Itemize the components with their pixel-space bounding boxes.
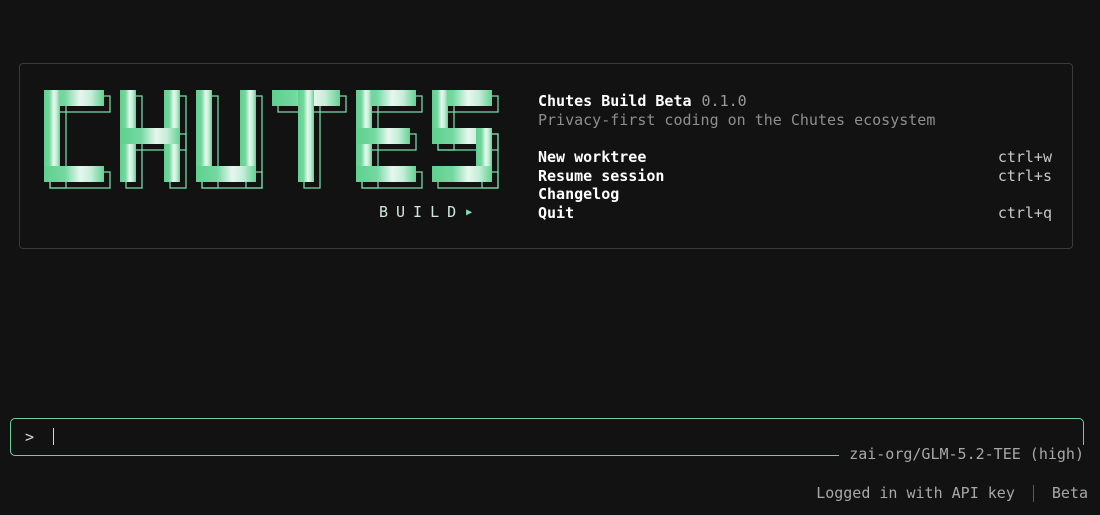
- status-separator: [1032, 484, 1034, 502]
- login-status: Logged in with API key: [816, 484, 1015, 502]
- menu-item-shortcut: ctrl+q: [997, 203, 1052, 222]
- menu-item-resume-session[interactable]: Resume session ctrl+s: [538, 167, 1052, 186]
- play-triangle-icon: ▶: [466, 207, 473, 218]
- logo-letter-block: [356, 128, 410, 144]
- logo-letter-block: [356, 166, 416, 182]
- menu-item-quit[interactable]: Quit ctrl+q: [538, 204, 1052, 223]
- prompt-symbol: >: [25, 428, 35, 446]
- title-line: Chutes Build Beta 0.1.0: [538, 92, 1052, 111]
- logo-letter-block: [120, 128, 180, 144]
- menu-item-label: Resume session: [538, 166, 665, 185]
- status-bar: Logged in with API key Beta: [816, 484, 1088, 502]
- info-panel: Chutes Build Beta 0.1.0 Privacy-first cod…: [538, 92, 1052, 222]
- text-caret: [53, 428, 54, 445]
- menu-item-shortcut: ctrl+s: [997, 166, 1052, 185]
- menu-item-label: Quit: [538, 203, 575, 222]
- menu-item-label: New worktree: [538, 148, 647, 166]
- version-label: 0.1.0: [701, 92, 747, 110]
- app-root: BUILD ▶ Chutes Build Beta 0.1.0 Privacy-fi…: [0, 0, 1100, 515]
- logo-letter-block: [432, 166, 492, 182]
- menu-item-shortcut: ctrl+w: [997, 148, 1052, 166]
- logo-subtitle-text: BUILD: [379, 203, 465, 221]
- channel-badge: Beta: [1051, 484, 1088, 502]
- app-title: Chutes Build Beta: [538, 92, 692, 110]
- menu-item-label: Changelog: [538, 185, 620, 203]
- logo-letter-block: [44, 166, 104, 182]
- start-menu: New worktree ctrl+w Resume session ctrl+…: [538, 148, 1052, 222]
- tagline: Privacy-first coding on the Chutes ecosy…: [538, 111, 936, 129]
- chutes-logo-graphic: [44, 90, 499, 189]
- menu-item-changelog[interactable]: Changelog: [538, 185, 1052, 204]
- logo-letter-block: [196, 166, 256, 182]
- logo-letter-block: [298, 90, 314, 182]
- model-selector[interactable]: zai-org/GLM-5.2-TEE (high): [839, 445, 1092, 463]
- chutes-logo: [40, 88, 510, 200]
- prompt-input[interactable]: [44, 425, 1044, 447]
- logo-subtitle: BUILD ▶: [379, 203, 472, 221]
- menu-item-new-worktree[interactable]: New worktree ctrl+w: [538, 148, 1052, 167]
